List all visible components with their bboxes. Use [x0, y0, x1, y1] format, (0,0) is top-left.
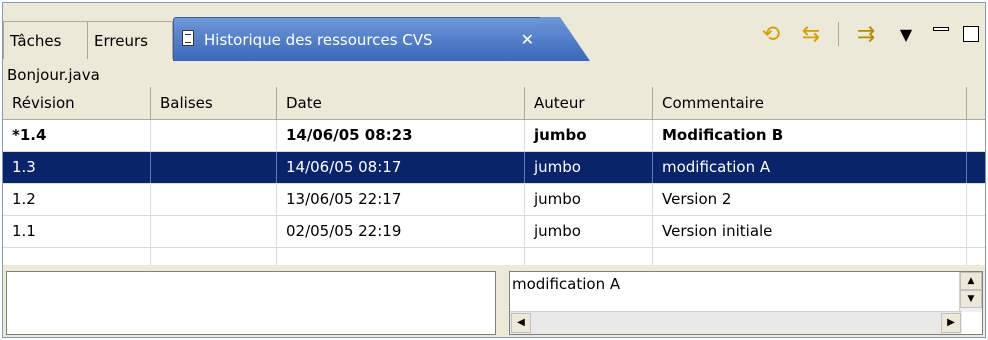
cell-tags	[151, 120, 277, 151]
cell-date: 02/05/05 22:19	[277, 216, 525, 247]
column-header-revision[interactable]: Révision	[3, 87, 151, 119]
column-header-comment[interactable]: Commentaire	[653, 87, 967, 119]
minimize-icon[interactable]	[933, 27, 949, 31]
cell-comment: Modification B	[653, 120, 967, 151]
comment-text: modification A	[512, 275, 621, 293]
comment-pane[interactable]: modification A ▲ ▼ ◀ ▶	[509, 271, 983, 335]
cvs-history-icon	[182, 30, 194, 46]
tags-pane[interactable]	[6, 271, 496, 335]
cell-tags	[151, 216, 277, 247]
cell-tags	[151, 184, 277, 215]
cell-revision: 1.2	[3, 184, 151, 215]
scroll-left-icon[interactable]: ◀	[511, 313, 531, 333]
compare-icon[interactable]: ⇉	[853, 21, 879, 47]
column-header-author[interactable]: Auteur	[525, 87, 653, 119]
cell-author: jumbo	[525, 152, 653, 183]
tab-taches-label: Tâches	[10, 32, 62, 50]
scroll-down-icon[interactable]: ▼	[960, 290, 982, 308]
refresh-icon[interactable]: ⟲	[758, 21, 784, 47]
table-header: Révision Balises Date Auteur Commentaire	[3, 87, 985, 120]
scroll-up-icon[interactable]: ▲	[960, 272, 982, 290]
cell-author: jumbo	[525, 216, 653, 247]
cell-tags	[151, 152, 277, 183]
cell-comment: Version 2	[653, 184, 967, 215]
detail-area: modification A ▲ ▼ ◀ ▶	[3, 265, 985, 337]
maximize-icon[interactable]	[963, 26, 979, 42]
tab-erreurs[interactable]: Erreurs	[87, 21, 173, 59]
horizontal-scrollbar[interactable]: ◀ ▶	[510, 311, 962, 334]
view-toolbar: ⟲ ⇆ ⇉ ▼	[758, 19, 979, 49]
cell-revision: 1.1	[3, 216, 151, 247]
table-row[interactable]: 1.2 13/06/05 22:17 jumbo Version 2	[3, 184, 985, 216]
cell-revision: 1.3	[3, 152, 151, 183]
cell-date: 13/06/05 22:17	[277, 184, 525, 215]
link-with-editor-icon[interactable]: ⇆	[798, 21, 824, 47]
cell-comment: Version initiale	[653, 216, 967, 247]
cell-date: 14/06/05 08:17	[277, 152, 525, 183]
cvs-history-view: Tâches Erreurs Historique des ressources…	[2, 2, 986, 338]
table-row[interactable]: 1.1 02/05/05 22:19 jumbo Version initial…	[3, 216, 985, 248]
tab-taches[interactable]: Tâches	[3, 21, 89, 59]
tab-cvs-history-label: Historique des ressources CVS	[204, 31, 433, 49]
resource-name-bar: Bonjour.java	[3, 63, 985, 87]
column-header-tags[interactable]: Balises	[151, 87, 277, 119]
tab-cvs-history[interactable]: Historique des ressources CVS ✕	[173, 17, 590, 62]
view-menu-icon[interactable]: ▼	[893, 21, 919, 47]
tab-erreurs-label: Erreurs	[94, 32, 148, 50]
cell-author: jumbo	[525, 120, 653, 151]
toolbar-separator	[838, 22, 839, 46]
cell-author: jumbo	[525, 184, 653, 215]
close-icon[interactable]: ✕	[521, 18, 534, 62]
column-header-date[interactable]: Date	[277, 87, 525, 119]
table-row-selected[interactable]: 1.3 14/06/05 08:17 jumbo modification A	[3, 152, 985, 184]
tab-bar: Tâches Erreurs Historique des ressources…	[3, 3, 985, 63]
cell-revision: *1.4	[3, 120, 151, 151]
scroll-right-icon[interactable]: ▶	[941, 313, 961, 333]
table-row[interactable]: *1.4 14/06/05 08:23 jumbo Modification B	[3, 120, 985, 152]
vertical-scrollbar[interactable]: ▲ ▼	[959, 272, 982, 312]
cell-date: 14/06/05 08:23	[277, 120, 525, 151]
tab-curve	[540, 17, 590, 61]
cell-comment: modification A	[653, 152, 967, 183]
resource-name: Bonjour.java	[7, 66, 100, 84]
history-table: Révision Balises Date Auteur Commentaire…	[3, 87, 985, 279]
